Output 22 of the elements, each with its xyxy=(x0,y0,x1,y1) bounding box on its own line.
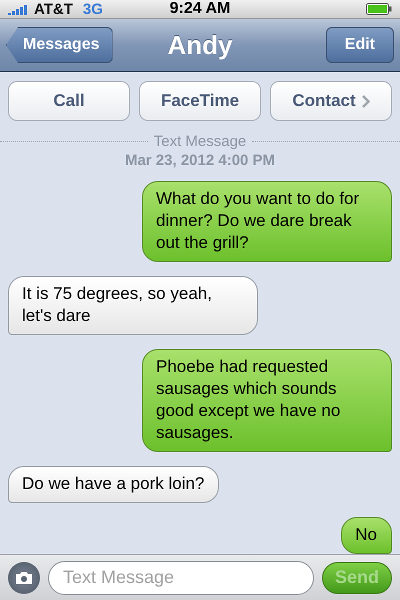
back-button[interactable]: Messages xyxy=(6,27,112,64)
battery-icon xyxy=(366,3,392,15)
action-button[interactable]: FaceTime xyxy=(139,81,261,122)
chevron-icon xyxy=(362,94,370,108)
camera-icon xyxy=(15,570,33,585)
network-type: 3G xyxy=(82,0,103,18)
message-input-field[interactable]: Text Message xyxy=(48,560,314,595)
edit-button[interactable]: Edit xyxy=(326,27,394,64)
sent-message-bubble: Phoebe had requested sausages which sounds good except we have no sausages. xyxy=(142,349,392,452)
service-label: Text Message xyxy=(154,133,246,150)
contact-title: Andy xyxy=(168,30,232,61)
signal-icon xyxy=(8,4,30,14)
timestamp: Mar 23, 2012 4:00 PM xyxy=(124,152,276,170)
action-button[interactable]: Call xyxy=(8,81,130,122)
clock-time: 9:24 AM xyxy=(170,0,230,18)
action-button[interactable]: Contact xyxy=(270,81,392,122)
sent-message-bubble: No xyxy=(341,517,392,554)
carrier-name: AT&T xyxy=(34,0,73,18)
received-message-bubble: It is 75 degrees, so yeah, let's dare xyxy=(8,276,258,336)
sent-message-bubble: What do you want to do for dinner? Do we dare break out the grill? xyxy=(142,181,392,262)
received-message-bubble: Do we have a pork loin? xyxy=(8,466,220,504)
camera-button[interactable] xyxy=(8,562,40,594)
